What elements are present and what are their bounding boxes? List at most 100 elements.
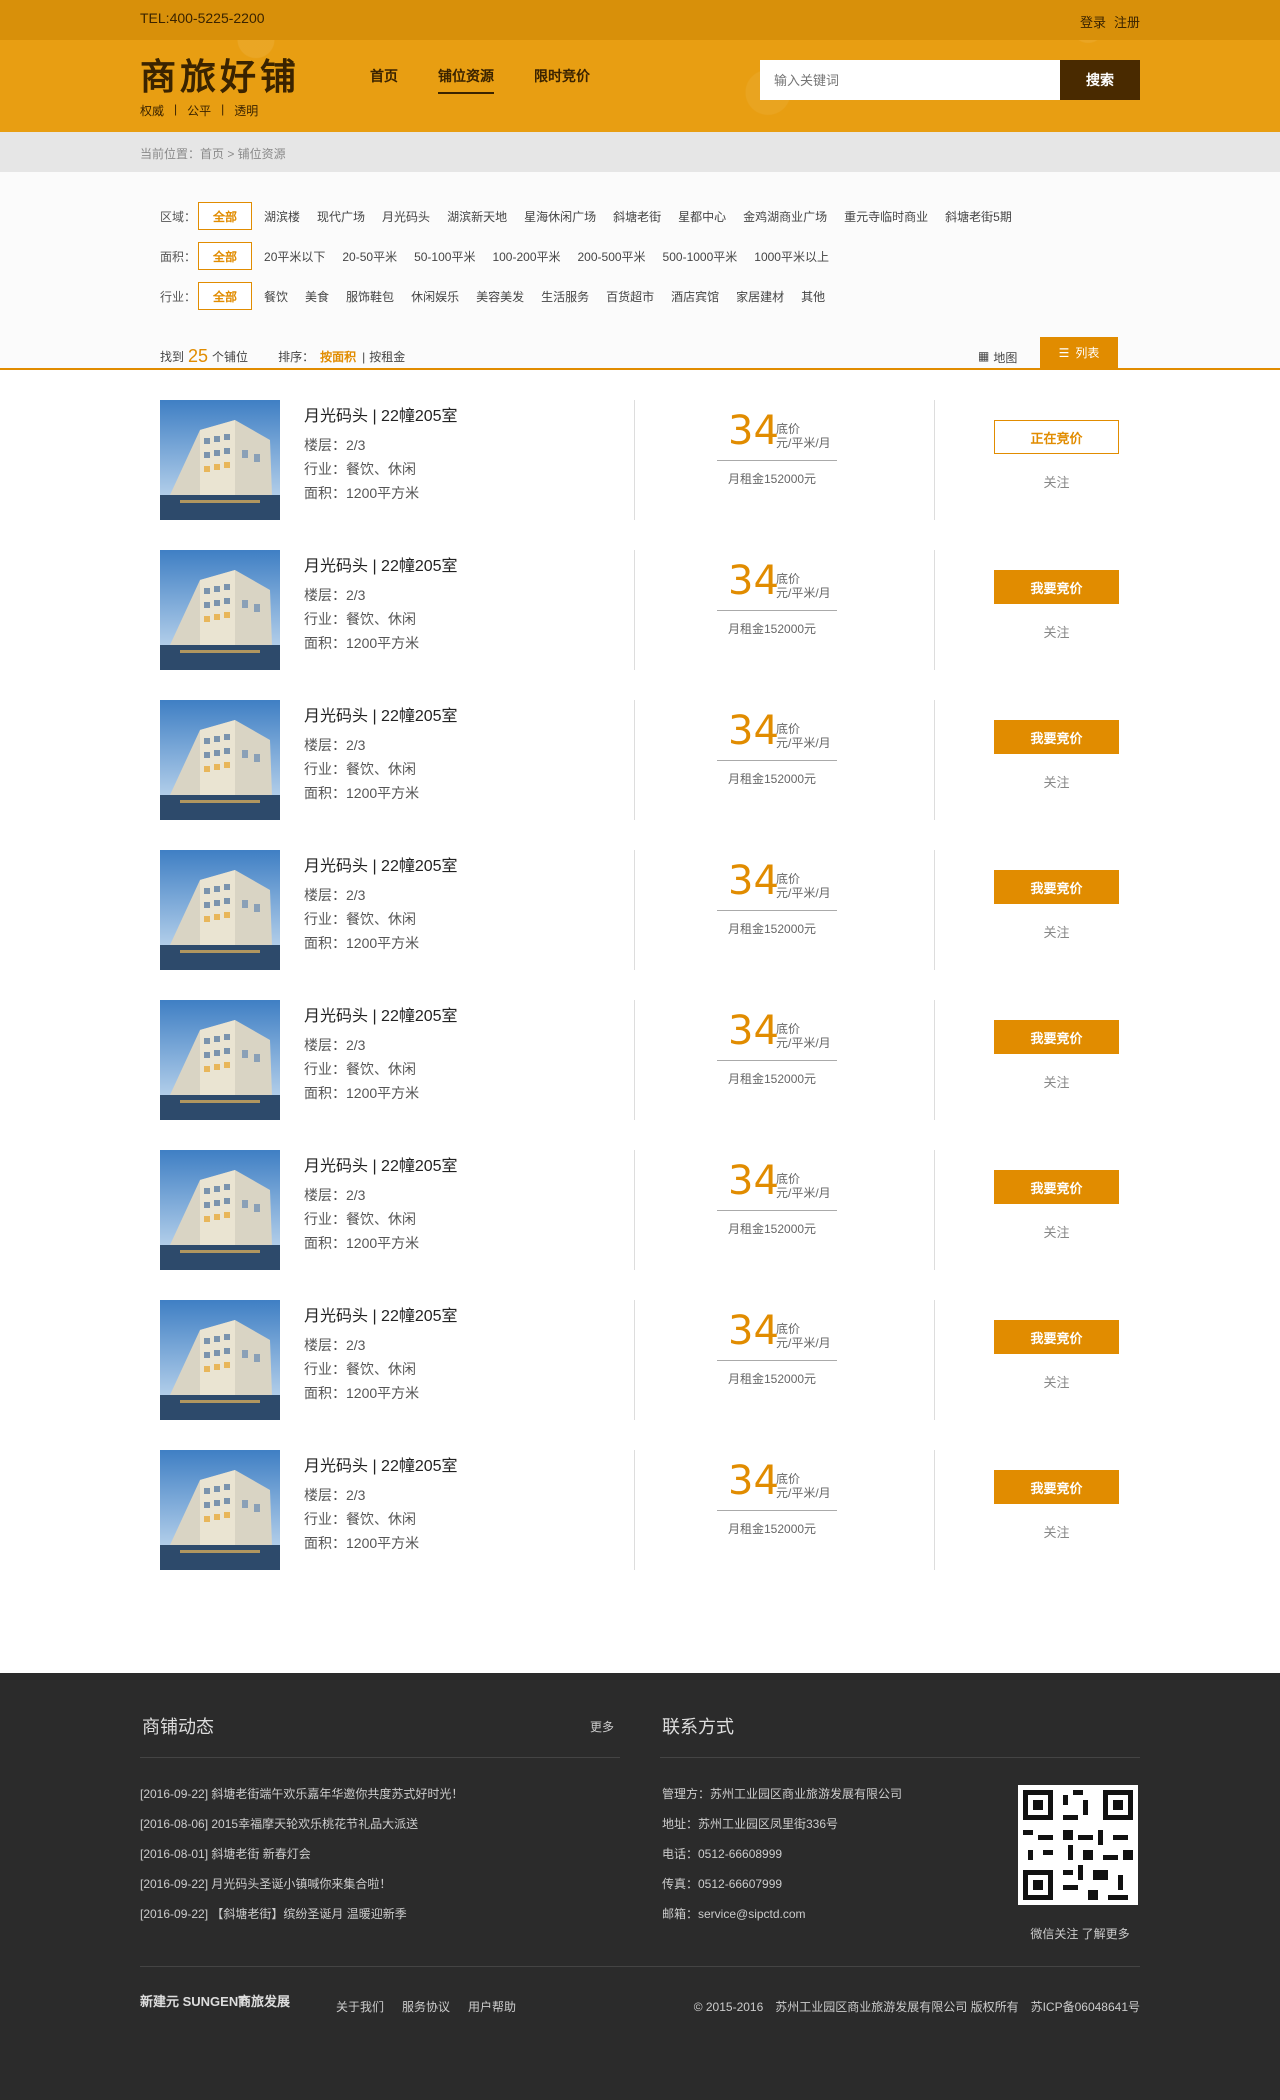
filter-option[interactable]: 美食	[305, 288, 329, 305]
bid-button[interactable]: 我要竞价	[994, 1170, 1119, 1204]
listing-title[interactable]: 月光码头 | 22幢205室	[304, 1002, 458, 1026]
register-link[interactable]: 注册	[1114, 12, 1140, 31]
filter-option[interactable]: 重元寺临时商业	[844, 208, 928, 225]
filter-option[interactable]: 100-200平米	[492, 248, 560, 265]
filter-option[interactable]: 50-100平米	[414, 248, 475, 265]
news-item[interactable]: [2016-09-22] 月光码头圣诞小镇喊你来集合啦！	[140, 1875, 391, 1892]
about-link[interactable]: 关于我们	[336, 1998, 384, 2015]
listing-thumbnail[interactable]	[160, 1300, 280, 1420]
follow-link[interactable]: 关注	[994, 772, 1119, 791]
filter-all-button[interactable]: 全部	[198, 202, 253, 230]
filter-option[interactable]: 家居建材	[736, 288, 784, 305]
filter-option[interactable]: 餐饮	[264, 288, 288, 305]
filter-option[interactable]: 其他	[801, 288, 825, 305]
login-link[interactable]: 登录	[1080, 12, 1106, 31]
follow-link[interactable]: 关注	[994, 622, 1119, 641]
filter-option[interactable]: 星都中心	[678, 208, 726, 225]
listing-thumbnail[interactable]	[160, 400, 280, 520]
listing-floor: 楼层：2/3	[304, 437, 366, 453]
filter-option[interactable]: 500-1000平米	[663, 248, 738, 265]
news-item[interactable]: [2016-09-22] 【斜塘老街】缤纷圣诞月 温暖迎新季	[140, 1905, 407, 1922]
help-link[interactable]: 用户帮助	[468, 1998, 516, 2015]
listing-floor: 楼层：2/3	[304, 887, 366, 903]
filter-option[interactable]: 湖滨新天地	[447, 208, 507, 225]
listing-title[interactable]: 月光码头 | 22幢205室	[304, 1302, 458, 1326]
filter-option[interactable]: 生活服务	[541, 288, 589, 305]
filter-option[interactable]: 星海休闲广场	[524, 208, 596, 225]
listing-item[interactable]: 月光码头 | 22幢205室 楼层：2/3 行业：餐饮、休闲 面积：1200平方米 34…	[160, 1000, 1120, 1150]
bid-button[interactable]: 我要竞价	[994, 1020, 1119, 1054]
listing-title[interactable]: 月光码头 | 22幢205室	[304, 852, 458, 876]
listing-thumbnail[interactable]	[160, 550, 280, 670]
listing-item[interactable]: 月光码头 | 22幢205室 楼层：2/3 行业：餐饮、休闲 面积：1200平方米 34…	[160, 1450, 1120, 1600]
bid-button[interactable]: 我要竞价	[994, 870, 1119, 904]
bid-button[interactable]: 我要竞价	[994, 720, 1119, 754]
filter-option[interactable]: 百货超市	[606, 288, 654, 305]
nav-shop-resources[interactable]: 铺位资源	[438, 66, 494, 94]
filter-option[interactable]: 现代广场	[317, 208, 365, 225]
listing-thumbnail[interactable]	[160, 1000, 280, 1120]
listing-thumbnail[interactable]	[160, 1150, 280, 1270]
listing-item[interactable]: 月光码头 | 22幢205室 楼层：2/3 行业：餐饮、休闲 面积：1200平方米 34…	[160, 700, 1120, 850]
filter-option[interactable]: 湖滨楼	[264, 208, 300, 225]
filter-option[interactable]: 20-50平米	[342, 248, 397, 265]
listing-title[interactable]: 月光码头 | 22幢205室	[304, 402, 458, 426]
footer-links: 关于我们 服务协议 用户帮助	[336, 1998, 516, 2015]
site-logo[interactable]: 商旅好铺 权威 | 公平 | 透明	[140, 48, 320, 119]
column-divider	[934, 550, 935, 670]
filter-option[interactable]: 月光码头	[382, 208, 430, 225]
follow-link[interactable]: 关注	[994, 472, 1119, 491]
nav-timed-bidding[interactable]: 限时竞价	[534, 66, 590, 94]
listing-title[interactable]: 月光码头 | 22幢205室	[304, 1152, 458, 1176]
search-button[interactable]: 搜索	[1060, 60, 1140, 100]
listing-item[interactable]: 月光码头 | 22幢205室 楼层：2/3 行业：餐饮、休闲 面积：1200平方米 34…	[160, 1150, 1120, 1300]
price-unit: 元/平米/月	[776, 1486, 831, 1500]
filter-option[interactable]: 服饰鞋包	[346, 288, 394, 305]
bid-button[interactable]: 我要竞价	[994, 570, 1119, 604]
follow-link[interactable]: 关注	[994, 922, 1119, 941]
list-view-toggle[interactable]: ☰ 列表	[1040, 337, 1118, 368]
filter-option[interactable]: 200-500平米	[578, 248, 646, 265]
bid-button[interactable]: 我要竞价	[994, 1320, 1119, 1354]
listing-title[interactable]: 月光码头 | 22幢205室	[304, 1452, 458, 1476]
listing-thumbnail[interactable]	[160, 850, 280, 970]
listing-title[interactable]: 月光码头 | 22幢205室	[304, 702, 458, 726]
filter-option[interactable]: 美容美发	[476, 288, 524, 305]
contact-email[interactable]: 邮箱：service@sipctd.com	[662, 1905, 806, 1922]
filter-option[interactable]: 20平米以下	[264, 248, 325, 265]
bid-button[interactable]: 正在竞价	[994, 420, 1119, 454]
filter-option[interactable]: 金鸡湖商业广场	[743, 208, 827, 225]
filter-option[interactable]: 斜塘老街	[613, 208, 661, 225]
listing-item[interactable]: 月光码头 | 22幢205室 楼层：2/3 行业：餐饮、休闲 面积：1200平方米 34…	[160, 400, 1120, 550]
filter-option[interactable]: 斜塘老街5期	[945, 208, 1012, 225]
search-input[interactable]	[760, 60, 1060, 100]
follow-link[interactable]: 关注	[994, 1522, 1119, 1541]
listing-item[interactable]: 月光码头 | 22幢205室 楼层：2/3 行业：餐饮、休闲 面积：1200平方米 34…	[160, 850, 1120, 1000]
filter-option[interactable]: 1000平米以上	[754, 248, 829, 265]
follow-link[interactable]: 关注	[994, 1222, 1119, 1241]
agreement-link[interactable]: 服务协议	[402, 1998, 450, 2015]
nav-home[interactable]: 首页	[370, 66, 398, 94]
listing-title[interactable]: 月光码头 | 22幢205室	[304, 552, 458, 576]
news-more-link[interactable]: 更多	[590, 1718, 614, 1735]
filter-all-button[interactable]: 全部	[198, 282, 253, 310]
filter-option[interactable]: 休闲娱乐	[411, 288, 459, 305]
bid-button[interactable]: 我要竞价	[994, 1470, 1119, 1504]
breadcrumb[interactable]: 当前位置：首页 > 铺位资源	[140, 145, 286, 162]
listing-thumbnail[interactable]	[160, 1450, 280, 1570]
filter-all-button[interactable]: 全部	[198, 242, 253, 270]
follow-link[interactable]: 关注	[994, 1372, 1119, 1391]
filter-row-region: 区域： 全部 湖滨楼 现代广场 月光码头 湖滨新天地 星海休闲广场 斜塘老街 星都中心 金鸡湖商业…	[160, 202, 1029, 230]
news-item[interactable]: [2016-08-01] 斜塘老街 新春灯会	[140, 1845, 311, 1862]
listing-item[interactable]: 月光码头 | 22幢205室 楼层：2/3 行业：餐饮、休闲 面积：1200平方米 34…	[160, 550, 1120, 700]
listing-item[interactable]: 月光码头 | 22幢205室 楼层：2/3 行业：餐饮、休闲 面积：1200平方米 34…	[160, 1300, 1120, 1450]
news-item[interactable]: [2016-09-22] 斜塘老街端午欢乐嘉年华邀你共度苏式好时光！	[140, 1785, 463, 1802]
map-view-toggle[interactable]: ▦ 地图	[978, 349, 1017, 366]
news-item[interactable]: [2016-08-06] 2015幸福摩天轮欢乐桃花节礼品大派送	[140, 1815, 418, 1832]
listing-industry: 行业：餐饮、休闲	[304, 761, 416, 777]
filter-option[interactable]: 酒店宾馆	[671, 288, 719, 305]
sort-by-area[interactable]: 按面积	[320, 348, 356, 365]
listing-thumbnail[interactable]	[160, 700, 280, 820]
sort-by-rent[interactable]: 按租金	[369, 348, 405, 365]
follow-link[interactable]: 关注	[994, 1072, 1119, 1091]
